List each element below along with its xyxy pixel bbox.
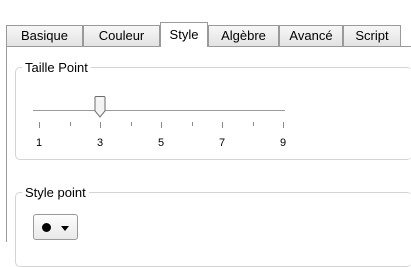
slider-tick-label: 7 (218, 137, 226, 149)
point-size-title: Taille Point (25, 60, 88, 75)
tab-avance[interactable]: Avancé (279, 25, 343, 46)
slider-tick (39, 122, 40, 128)
slider-tick (192, 122, 193, 126)
slider-tick (161, 122, 162, 128)
tab-basique[interactable]: Basique (6, 25, 83, 46)
slider-tick (70, 122, 71, 126)
chevron-down-icon (61, 226, 69, 231)
slider-tick (222, 122, 223, 128)
tab-label: Couleur (98, 28, 145, 43)
tab-script[interactable]: Script (343, 25, 401, 46)
slider-thumb[interactable] (94, 96, 106, 118)
slider-tick (253, 122, 254, 126)
tab-label: Algèbre (221, 28, 266, 43)
point-style-dropdown[interactable] (33, 214, 78, 240)
filled-circle-icon (42, 223, 51, 232)
slider-tick-label: 3 (96, 137, 104, 149)
tab-couleur[interactable]: Couleur (83, 25, 160, 46)
slider-tick (100, 122, 101, 128)
slider-tick-label: 1 (35, 137, 43, 149)
tab-label: Basique (21, 28, 68, 43)
tab-algebre[interactable]: Algèbre (208, 25, 279, 46)
point-style-title: Style point (25, 185, 86, 200)
slider-tick-label: 9 (279, 137, 287, 149)
tab-label: Avancé (289, 28, 333, 43)
slider-tick (283, 122, 284, 128)
tab-label: Script (355, 28, 389, 43)
slider-tick-label: 5 (157, 137, 165, 149)
slider-tick (131, 122, 132, 126)
tab-style[interactable]: Style (160, 22, 208, 47)
tab-label: Style (169, 27, 199, 42)
slider-track[interactable] (33, 110, 285, 111)
